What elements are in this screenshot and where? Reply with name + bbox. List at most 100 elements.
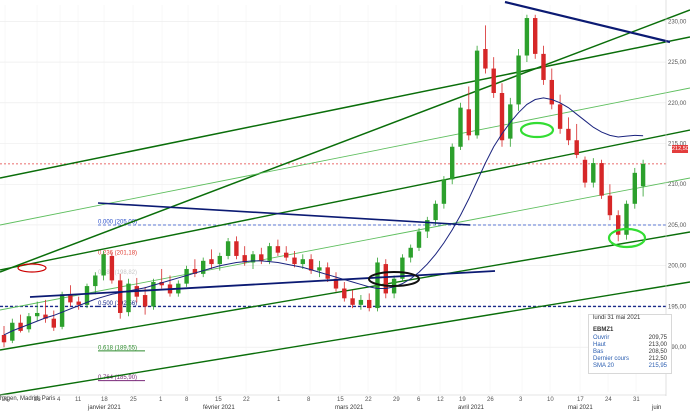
- channel-line: [0, 9, 690, 273]
- ellipse-highlight-red: [17, 263, 47, 273]
- candle-body: [541, 53, 546, 80]
- candle-body: [109, 255, 115, 281]
- candle-body: [126, 283, 131, 313]
- ohlc-info-panel: lundi 31 mai 2021 EBMZ1 Ouvrir 209,75 Hau…: [588, 314, 672, 374]
- candle-body: [483, 48, 488, 69]
- candle-body: [292, 257, 297, 265]
- source-label: hagen, Madrid, Paris: [0, 396, 56, 402]
- x-day-label: 10: [547, 397, 554, 403]
- fib-level-label: 0.500 (192,56): [98, 301, 137, 307]
- candle-body: [76, 301, 81, 305]
- x-day-label: 22: [365, 397, 372, 403]
- candle-body: [516, 55, 521, 105]
- candle-body: [466, 109, 471, 136]
- y-tick-label: 210,00: [668, 182, 687, 188]
- x-day-label: 11: [75, 397, 82, 403]
- candle-body: [640, 163, 646, 187]
- candle-body: [342, 288, 347, 299]
- candle-body: [408, 247, 413, 258]
- x-day-label: 15: [337, 397, 344, 403]
- candle-body: [350, 298, 355, 305]
- x-day-label: 31: [633, 397, 640, 403]
- trend-channel-lines: [0, 9, 690, 396]
- x-month-label: mai 2021: [568, 405, 593, 411]
- candle-body: [433, 203, 438, 221]
- candle-body: [566, 128, 571, 141]
- y-tick-label: 225,00: [668, 60, 687, 66]
- candle-body: [450, 146, 455, 180]
- x-day-label: 29: [393, 397, 400, 403]
- candle-body: [574, 140, 579, 155]
- candle-body: [582, 159, 588, 183]
- candle-body: [209, 259, 214, 265]
- y-tick-label: 205,00: [668, 223, 687, 229]
- candle-body: [557, 104, 563, 129]
- trendline: [504, 0, 671, 44]
- candle-body: [234, 241, 239, 256]
- fibonacci-levels: 0.000 (205,00)0.236 (201,18)0.382 (198,8…: [0, 163, 666, 382]
- chart-canvas: 0.000 (205,00)0.236 (201,18)0.382 (198,8…: [0, 0, 690, 411]
- y-tick-label: 195,00: [668, 304, 687, 310]
- x-day-label: 4: [57, 397, 61, 403]
- candle-body: [317, 267, 322, 271]
- x-month-label: février 2021: [203, 405, 235, 411]
- x-day-label: 1: [277, 397, 281, 403]
- candle-body: [142, 295, 148, 307]
- candle-body: [508, 104, 513, 139]
- candle-body: [441, 179, 447, 204]
- x-day-label: 17: [577, 397, 584, 403]
- x-day-label: 3: [519, 397, 523, 403]
- candle-body: [533, 18, 538, 54]
- y-tick-label: 230,00: [668, 19, 687, 25]
- last-price-tag: 212,50: [672, 145, 689, 153]
- candle-body: [201, 260, 206, 274]
- x-day-label: 18: [101, 397, 108, 403]
- candle-body: [59, 294, 65, 327]
- x-day-label: 6: [417, 397, 421, 403]
- x-month-label: janvier 2021: [87, 405, 121, 411]
- info-symbol: EBMZ1: [593, 327, 614, 333]
- x-day-label: 1: [159, 397, 163, 403]
- info-date: lundi 31 mai 2021: [593, 315, 641, 321]
- candle-body: [35, 312, 40, 317]
- x-day-label: 12: [437, 397, 444, 403]
- candle-body: [524, 18, 530, 56]
- x-day-label: 8: [185, 397, 189, 403]
- x-day-label: 8: [307, 397, 311, 403]
- candle-body: [458, 107, 463, 147]
- candle-body: [325, 267, 330, 279]
- candle-body: [118, 280, 123, 313]
- candle-body: [474, 50, 480, 136]
- candle-body: [26, 316, 32, 330]
- x-month-label: avril 2021: [458, 405, 485, 411]
- candle-body: [93, 275, 98, 287]
- candle-body: [225, 241, 231, 256]
- candle-body: [267, 246, 272, 261]
- y-tick-label: 200,00: [668, 264, 687, 270]
- candle-body: [599, 163, 604, 196]
- candle-body: [300, 259, 305, 265]
- candle-body: [549, 79, 554, 105]
- candle-body: [1, 334, 7, 343]
- candle-body: [259, 254, 264, 261]
- candle-body: [416, 231, 422, 248]
- x-day-label: 25: [130, 397, 137, 403]
- candle-body: [358, 299, 364, 305]
- candle-body: [217, 255, 222, 265]
- x-day-label: 26: [487, 397, 494, 403]
- fib-level-label: 0.618 (189,55): [98, 345, 137, 351]
- x-day-label: 24: [605, 397, 612, 403]
- candle-body: [367, 299, 372, 309]
- y-tick-label: 220,00: [668, 101, 687, 107]
- x-day-label: 15: [215, 397, 222, 403]
- candle-body: [632, 172, 637, 204]
- candle-body: [491, 68, 496, 93]
- candlestick-series: [1, 14, 646, 348]
- candle-body: [591, 163, 596, 183]
- ellipse-highlight-green: [519, 121, 555, 139]
- info-row-sma20: SMA 20 215,95: [593, 363, 667, 369]
- x-month-label: juin: [651, 405, 661, 411]
- candle-body: [616, 215, 621, 235]
- x-day-label: 22: [243, 397, 250, 403]
- candle-body: [275, 246, 281, 253]
